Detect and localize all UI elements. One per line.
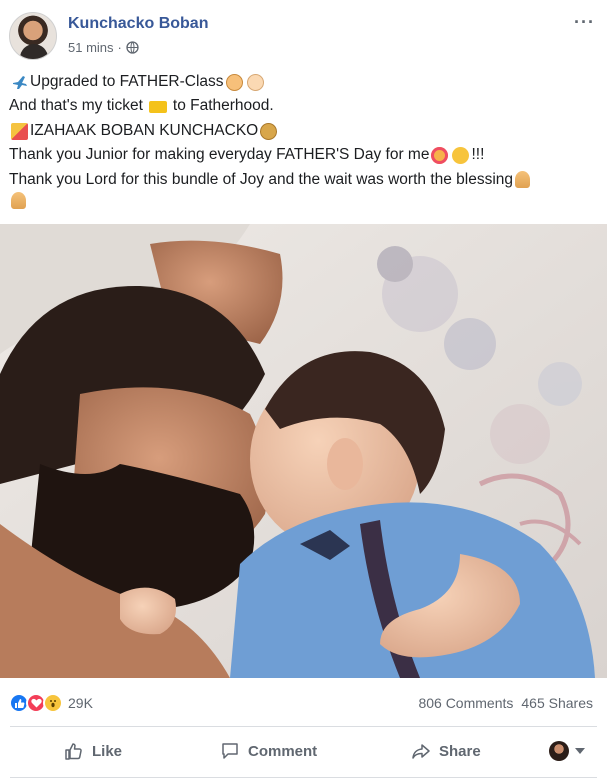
ellipsis-icon[interactable]: ··· <box>574 12 595 33</box>
post-meta: 51 mins · <box>68 40 139 55</box>
author-avatar[interactable] <box>9 12 57 60</box>
reaction-summary[interactable]: 29K <box>9 693 93 713</box>
airplane-icon <box>11 74 28 91</box>
viewer-avatar <box>549 741 569 761</box>
comment-label: Comment <box>248 742 318 760</box>
post-header: Kunchacko Boban 51 mins · ··· <box>0 0 607 66</box>
facebook-post: Kunchacko Boban 51 mins · ··· Upgraded t… <box>0 0 607 779</box>
like-label: Like <box>92 742 123 760</box>
text-line-5: Thank you Lord for this bundle of Joy an… <box>9 168 601 192</box>
reaction-stats: 29K 806 Comments 465 Shares <box>0 684 607 720</box>
share-icon <box>412 744 430 759</box>
text-segment: Upgraded to FATHER-Class <box>30 73 224 90</box>
reaction-as-selector[interactable] <box>549 741 585 761</box>
man-face-icon <box>225 73 243 91</box>
text-segment: to Fatherhood. <box>172 97 274 115</box>
like-button[interactable]: Like <box>64 741 122 761</box>
thumbs-up-icon <box>65 743 82 760</box>
shares-count[interactable]: 465 Shares <box>521 695 593 711</box>
text-line-1: Upgraded to FATHER-Class <box>9 70 601 94</box>
text-line-3: IZAHAAK BOBAN KUNCHACKO <box>9 119 601 143</box>
text-line-6 <box>9 192 601 210</box>
smiling-face-with-hearts-icon <box>431 146 449 164</box>
baby-face-icon <box>246 73 264 91</box>
praying-hands-icon <box>515 171 531 189</box>
engagement-counts: 806 Comments 465 Shares <box>418 695 593 711</box>
divider <box>10 726 597 727</box>
text-line-4: Thank you Junior for making everyday FAT… <box>9 143 601 167</box>
comment-button[interactable]: Comment <box>220 741 317 761</box>
text-segment: !!! <box>471 146 485 164</box>
praying-hands-icon <box>11 192 26 210</box>
ticket-icon <box>148 100 167 113</box>
reaction-count[interactable]: 29K <box>68 695 93 711</box>
post-timestamp[interactable]: 51 mins <box>68 40 114 55</box>
photo-illustration <box>0 224 607 678</box>
text-segment: Thank you Junior for making everyday FAT… <box>9 146 430 164</box>
wow-icon <box>43 693 63 713</box>
share-label: Share <box>439 742 481 760</box>
globe-icon[interactable] <box>126 41 139 54</box>
cookie-icon <box>260 122 278 140</box>
author-name[interactable]: Kunchacko Boban <box>68 15 208 33</box>
text-line-2: And that's my ticket to Fatherhood. <box>9 94 601 118</box>
blushing-face-icon <box>452 146 470 164</box>
comments-count[interactable]: 806 Comments <box>418 695 513 711</box>
action-bar: Like Comment Share <box>0 733 607 773</box>
text-segment: And that's my ticket <box>9 97 143 115</box>
post-text: Upgraded to FATHER-Class And that's my t… <box>9 70 601 210</box>
text-segment: Thank you Lord for this bundle of Joy an… <box>9 170 514 188</box>
text-segment: IZAHAAK BOBAN KUNCHACKO <box>30 121 259 139</box>
divider <box>10 777 597 778</box>
party-popper-icon <box>11 122 28 140</box>
share-button[interactable]: Share <box>411 741 481 761</box>
post-photo[interactable] <box>0 224 607 678</box>
meta-separator: · <box>117 40 122 55</box>
chevron-down-icon <box>575 748 585 754</box>
comment-icon <box>222 743 238 759</box>
